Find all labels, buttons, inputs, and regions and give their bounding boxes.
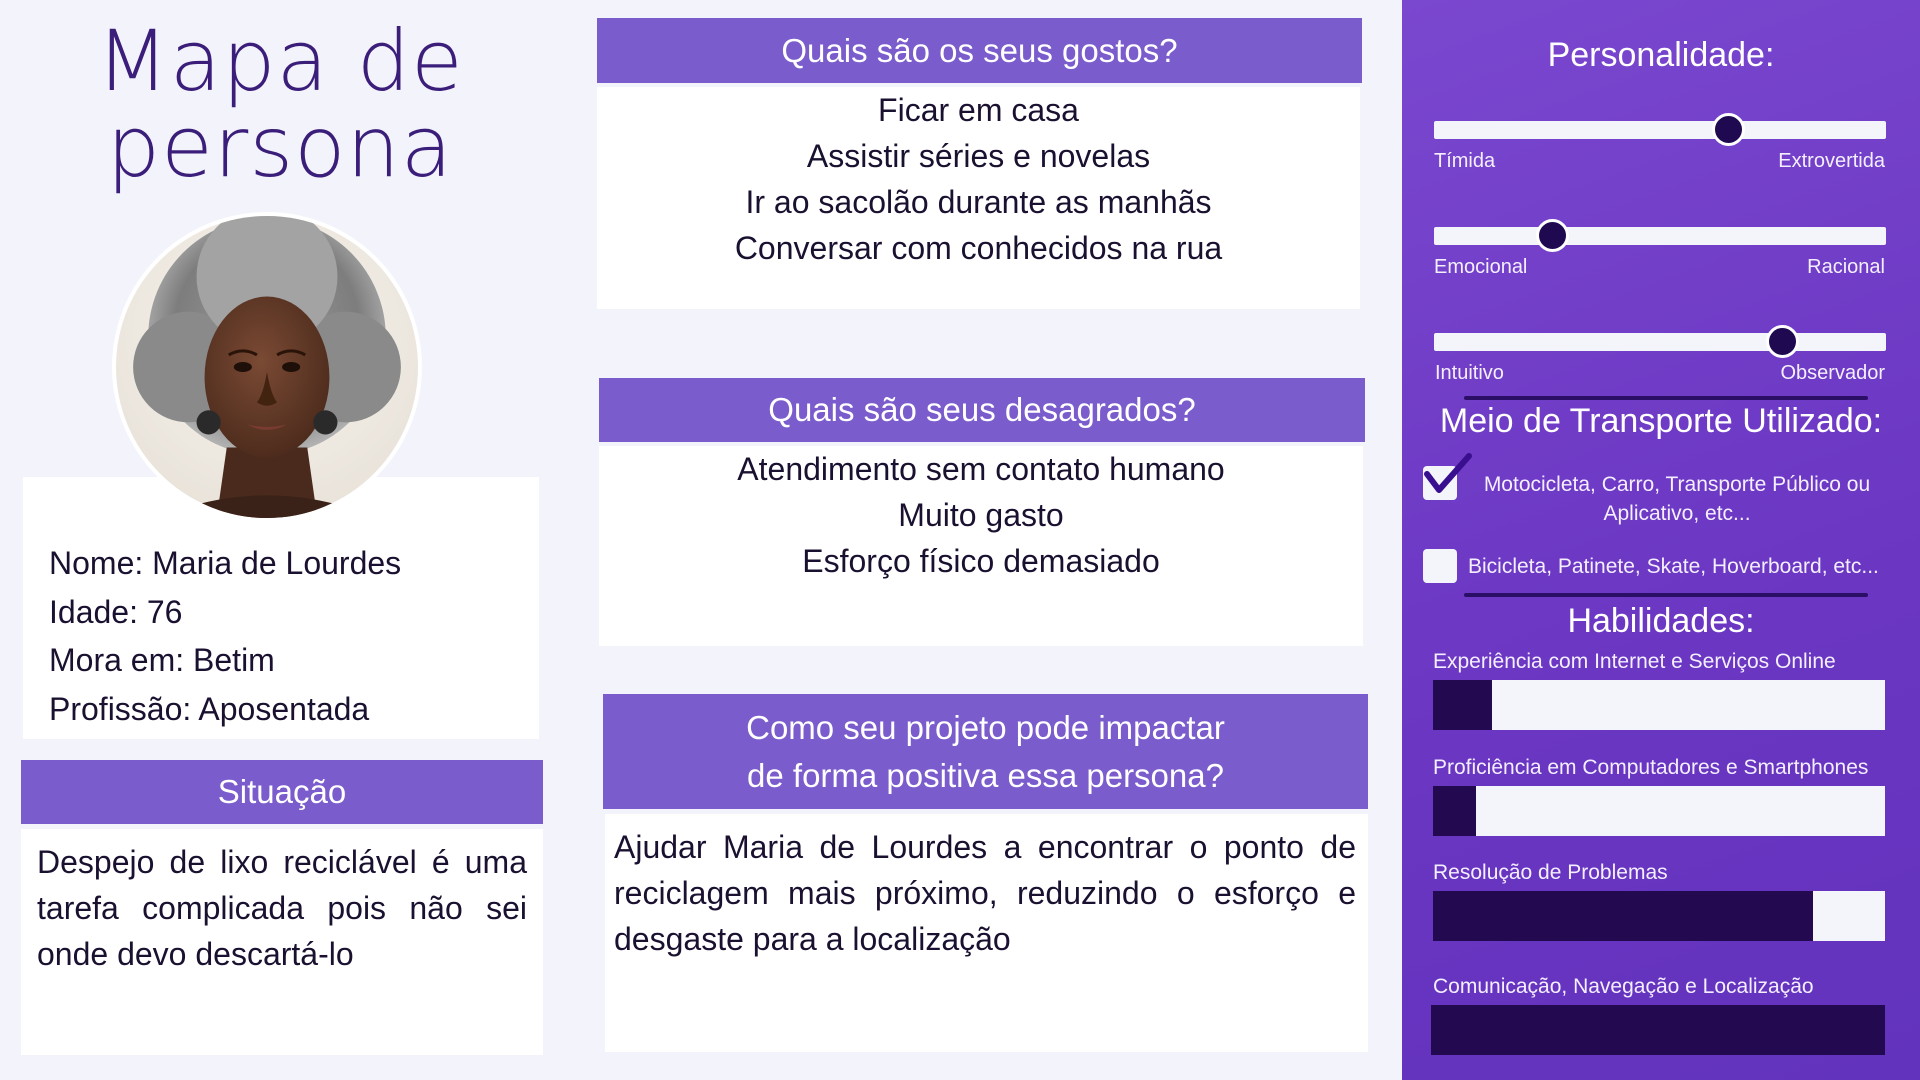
persona-avatar [112,212,422,522]
skill-bar-comunicacao [1431,1005,1885,1055]
persona-portrait-icon [116,216,418,518]
personalidade-title: Personalidade: [1547,36,1775,74]
skill-fill [1433,786,1476,836]
skill-label: Comunicação, Navegação e Localização [1433,975,1814,998]
transporte-title: Meio de Transporte Utilizado: [1439,402,1883,440]
title-line-1: Mapa de [96,12,464,110]
list-item: Esforço físico demasiado [802,543,1160,579]
slider-label-right: Extrovertida [1778,150,1885,172]
gostos-header: Quais são os seus gostos? [597,18,1362,83]
transport-option-1-label: Motocicleta, Carro, Transporte Público o… [1468,470,1886,528]
transport-option-2-label: Bicicleta, Patinete, Skate, Hoverboard, … [1468,555,1879,578]
skill-bar-internet [1433,680,1885,730]
profile-name: Nome: Maria de Lourdes [49,545,402,581]
skill-label: Proficiência em Computadores e Smartphon… [1433,756,1869,779]
slider-knob[interactable] [1535,219,1569,252]
gostos-list: Ficar em casa Assistir séries e novelas … [597,87,1360,309]
skill-fill [1431,1005,1885,1055]
impacto-header-line-1: Como seu projeto pode impactar [746,708,1225,746]
situacao-text: Despejo de lixo reciclável é uma tarefa … [21,829,543,1055]
skill-label: Resolução de Problemas [1433,861,1668,884]
profile-age: Idade: 76 [49,593,183,630]
list-item: Assistir séries e novelas [806,138,1151,174]
traits-panel: Personalidade: Tímida Extrovertida Emoci… [1402,0,1920,1080]
list-item: Muito gasto [898,497,1064,533]
skill-bar-proficiencia [1433,786,1885,836]
list-item: Atendimento sem contato humano [737,451,1225,487]
skill-label: Experiência com Internet e Serviços Onli… [1433,650,1836,673]
profile-city: Mora em: Betim [49,642,275,678]
transport-checkbox-2[interactable] [1423,549,1457,583]
situacao-header: Situação [21,760,543,824]
impacto-text: Ajudar Maria de Lourdes a encontrar o po… [605,814,1368,1052]
impacto-header-line-2: de forma positiva essa persona? [747,756,1224,794]
desagrados-list: Atendimento sem contato humano Muito gas… [599,446,1363,646]
slider-label-right: Observador [1780,362,1886,384]
slider-knob[interactable] [1711,113,1745,146]
transport-option-1-line-1: Motocicleta, Carro, Transporte Público o… [1483,473,1871,496]
list-item: Ir ao sacolão durante as manhãs [745,184,1212,220]
slider-label-left: Intuitivo [1435,362,1504,384]
transport-checkbox-1[interactable] [1423,453,1472,500]
list-item: Ficar em casa [878,92,1079,128]
section-divider [1464,396,1868,400]
habilidades-title: Habilidades: [1567,602,1755,640]
slider-timida-extrovertida[interactable] [1434,113,1886,146]
checkmark-icon [1424,453,1472,493]
page-title: Mapa de persona [20,18,540,190]
slider-label-left: Tímida [1434,150,1496,172]
impacto-header: Como seu projeto pode impactar de forma … [603,694,1368,809]
slider-label-right: Racional [1807,256,1885,278]
profile-job: Profissão: Aposentada [49,690,370,727]
slider-emocional-racional[interactable] [1434,219,1886,252]
title-line-2: persona [106,98,454,196]
transport-option-1-line-2: Aplicativo, etc... [1603,502,1751,525]
skill-fill [1433,891,1813,941]
skill-fill [1433,680,1492,730]
slider-intuitivo-observador[interactable] [1434,325,1886,358]
slider-knob[interactable] [1766,325,1800,358]
skill-bar-resolucao [1433,891,1885,941]
section-divider [1464,593,1868,597]
list-item: Conversar com conhecidos na rua [734,230,1223,266]
desagrados-header: Quais são seus desagrados? [599,378,1365,442]
slider-label-left: Emocional [1434,256,1528,278]
